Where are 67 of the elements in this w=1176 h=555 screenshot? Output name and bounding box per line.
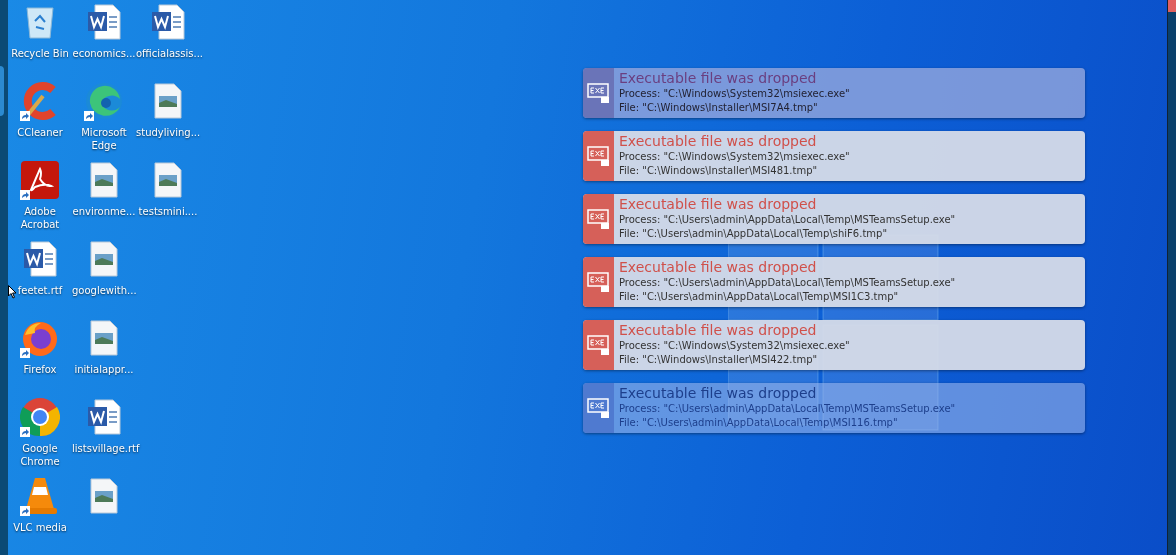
notification-card[interactable]: Executable file was dropped Process: "C:\Users\admin\AppData\Local\Temp\MSTeamsSetup.exe" File: "C:\Users\admin\AppData\Local\Temp\shiF6.tmp" bbox=[583, 194, 1085, 244]
exe-file-icon bbox=[586, 145, 611, 167]
notification-title: Executable file was dropped bbox=[619, 70, 818, 87]
notification-file: File: "C:\Users\admin\AppData\Local\Temp\shiF6.tmp" bbox=[619, 227, 888, 241]
notification-title: Executable file was dropped bbox=[619, 385, 818, 402]
shortcut-arrow-icon bbox=[84, 111, 94, 121]
notification-card[interactable]: Executable file was dropped Process: "C:\Windows\System32\msiexec.exe" File: "C:\Windows\Installer\MSI7A4.tmp" bbox=[583, 68, 1085, 118]
notification-process: Process: "C:\Windows\System32\msiexec.exe" bbox=[619, 150, 850, 164]
shortcut-arrow-icon bbox=[20, 506, 30, 516]
shortcut-arrow-icon bbox=[20, 190, 30, 200]
notification-file: File: "C:\Users\admin\AppData\Local\Temp\MSI1C3.tmp" bbox=[619, 290, 900, 304]
notification-file: File: "C:\Windows\Installer\MSI481.tmp" bbox=[619, 164, 819, 178]
notification-process: Process: "C:\Users\admin\AppData\Local\Temp\MSTeamsSetup.exe" bbox=[619, 213, 956, 227]
exe-file-icon bbox=[586, 82, 611, 104]
image-file-icon bbox=[90, 241, 118, 277]
edge-icon bbox=[84, 81, 124, 121]
desktop-icon-label[interactable]: VLC media bbox=[8, 521, 72, 534]
image-file-icon bbox=[154, 162, 182, 198]
notification-card[interactable]: Executable file was dropped Process: "C:\Windows\System32\msiexec.exe" File: "C:\Windows\Installer\MSI481.tmp" bbox=[583, 131, 1085, 181]
notification-title: Executable file was dropped bbox=[619, 133, 818, 150]
firefox-icon bbox=[21, 319, 59, 357]
desktop-icon-label[interactable]: Firefox bbox=[8, 363, 72, 376]
desktop-icon-label[interactable]: Recycle Bin bbox=[8, 47, 72, 60]
recycle-bin-icon bbox=[25, 5, 55, 39]
desktop-icon-label[interactable]: studyliving... bbox=[136, 126, 200, 139]
shortcut-arrow-icon bbox=[20, 111, 30, 121]
exe-file-icon bbox=[586, 334, 611, 356]
desktop-icon-label[interactable]: Google Chrome bbox=[8, 442, 72, 468]
exe-file-icon bbox=[586, 397, 611, 419]
image-file-icon bbox=[90, 320, 118, 356]
word-document-icon bbox=[23, 241, 57, 277]
image-file-icon bbox=[90, 478, 118, 514]
word-document-icon bbox=[87, 4, 121, 40]
notification-card[interactable]: Executable file was dropped Process: "C:\Users\admin\AppData\Local\Temp\MSTeamsSetup.exe" File: "C:\Users\admin\AppData\Local\Temp\MSI116.tmp" bbox=[583, 383, 1085, 433]
notification-process: Process: "C:\Windows\System32\msiexec.exe" bbox=[619, 87, 850, 101]
desktop-icon-label[interactable]: economics... bbox=[72, 47, 136, 60]
notification-title: Executable file was dropped bbox=[619, 259, 818, 276]
notification-card[interactable]: Executable file was dropped Process: "C:\Windows\System32\msiexec.exe" File: "C:\Windows\Installer\MSI422.tmp" bbox=[583, 320, 1085, 370]
notification-file: File: "C:\Windows\Installer\MSI422.tmp" bbox=[619, 353, 819, 367]
desktop-icon-label[interactable]: googlewith... bbox=[72, 284, 136, 297]
notification-title: Executable file was dropped bbox=[619, 196, 818, 213]
panel-tab[interactable] bbox=[0, 66, 4, 116]
word-document-icon bbox=[151, 4, 185, 40]
desktop-icon-label[interactable]: Microsoft Edge bbox=[72, 126, 136, 152]
notification-process: Process: "C:\Windows\System32\msiexec.exe" bbox=[619, 339, 850, 353]
notification-title: Executable file was dropped bbox=[619, 322, 818, 339]
desktop-icon-label[interactable]: testsmini.... bbox=[136, 205, 200, 218]
desktop-icon-label[interactable]: CCleaner bbox=[8, 126, 72, 139]
desktop-icon-label[interactable]: environme... bbox=[72, 205, 136, 218]
desktop-icon-label[interactable]: initialappr... bbox=[72, 363, 136, 376]
mouse-cursor-icon bbox=[8, 285, 17, 299]
image-file-icon bbox=[90, 162, 118, 198]
chrome-icon bbox=[20, 397, 60, 437]
word-document-icon bbox=[87, 399, 121, 435]
shortcut-arrow-icon bbox=[20, 348, 30, 358]
exe-file-icon bbox=[586, 271, 611, 293]
notification-card[interactable]: Executable file was dropped Process: "C:\Users\admin\AppData\Local\Temp\MSTeamsSetup.exe" File: "C:\Users\admin\AppData\Local\Temp\MSI1C3.tmp" bbox=[583, 257, 1085, 307]
desktop-icon-label[interactable]: Adobe Acrobat bbox=[8, 205, 72, 231]
image-file-icon bbox=[154, 83, 182, 119]
desktop-icon-label[interactable]: officialassis... bbox=[136, 47, 200, 60]
shortcut-arrow-icon bbox=[20, 427, 30, 437]
notification-file: File: "C:\Users\admin\AppData\Local\Temp\MSI116.tmp" bbox=[619, 416, 899, 430]
notification-process: Process: "C:\Users\admin\AppData\Local\Temp\MSTeamsSetup.exe" bbox=[619, 402, 956, 416]
acrobat-icon bbox=[21, 161, 59, 199]
notification-file: File: "C:\Windows\Installer\MSI7A4.tmp" bbox=[619, 101, 819, 115]
notification-process: Process: "C:\Users\admin\AppData\Local\Temp\MSTeamsSetup.exe" bbox=[619, 276, 956, 290]
exe-file-icon bbox=[586, 208, 611, 230]
